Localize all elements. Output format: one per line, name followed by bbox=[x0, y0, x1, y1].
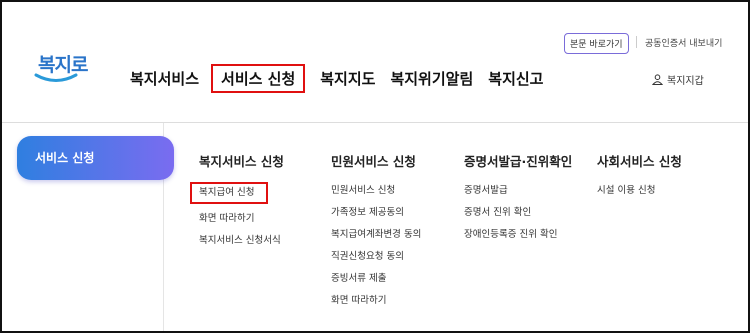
menu-item[interactable]: 화면 따라하기 bbox=[331, 290, 421, 312]
menu-item[interactable]: 복지급여계좌변경 동의 bbox=[331, 224, 421, 246]
menu-col-welfare-apply: 복지서비스 신청 복지급여 신청 화면 따라하기 복지서비스 신청서식 bbox=[190, 151, 284, 252]
menu-item[interactable]: 직권신청요청 동의 bbox=[331, 246, 421, 268]
menu-item[interactable]: 증명서발급 bbox=[464, 180, 572, 202]
nav-crisis-alert[interactable]: 복지위기알림 bbox=[390, 68, 473, 89]
site-logo[interactable]: 복지로 bbox=[30, 50, 90, 98]
main-nav: 복지서비스 서비스 신청 복지지도 복지위기알림 복지신고 bbox=[130, 64, 558, 93]
menu-item-welfare-benefit-apply[interactable]: 복지급여 신청 bbox=[190, 182, 269, 204]
nav-welfare-report[interactable]: 복지신고 bbox=[488, 68, 543, 89]
side-tab-service-apply[interactable]: 서비스 신청 bbox=[17, 136, 174, 180]
utility-divider bbox=[636, 36, 637, 48]
menu-item[interactable]: 복지서비스 신청서식 bbox=[199, 230, 284, 252]
menu-item[interactable]: 민원서비스 신청 bbox=[331, 180, 421, 202]
menu-item[interactable]: 가족정보 제공동의 bbox=[331, 202, 421, 224]
site-header: 복지로 복지서비스 서비스 신청 복지지도 복지위기알림 복지신고 본문 바로가… bbox=[2, 2, 748, 122]
logo-smile-icon bbox=[34, 73, 78, 82]
wallet-label: 복지지갑 bbox=[667, 76, 704, 87]
col-title: 민원서비스 신청 bbox=[331, 154, 416, 169]
menu-col-social-services: 사회서비스 신청 시설 이용 신청 bbox=[597, 151, 682, 202]
cert-export-link[interactable]: 공동인증서 내보내기 bbox=[645, 36, 722, 49]
nav-welfare-services[interactable]: 복지서비스 bbox=[130, 68, 199, 89]
menu-col-civil-apply: 민원서비스 신청 민원서비스 신청 가족정보 제공동의 복지급여계좌변경 동의 … bbox=[331, 151, 421, 312]
user-icon bbox=[652, 74, 663, 85]
col-title: 증명서발급·진위확인 bbox=[464, 154, 573, 169]
menu-col-certificates: 증명서발급·진위확인 증명서발급 증명서 진위 확인 장애인등록증 진위 확인 bbox=[464, 151, 572, 246]
wallet-link[interactable]: 복지지갑 bbox=[652, 72, 704, 87]
nav-service-apply[interactable]: 서비스 신청 bbox=[211, 64, 306, 93]
browser-frame: 복지로 복지서비스 서비스 신청 복지지도 복지위기알림 복지신고 본문 바로가… bbox=[0, 0, 750, 333]
menu-item[interactable]: 증명서 진위 확인 bbox=[464, 202, 572, 224]
menu-item[interactable]: 화면 따라하기 bbox=[199, 208, 284, 230]
menu-item[interactable]: 증빙서류 제출 bbox=[331, 268, 421, 290]
col-title: 복지서비스 신청 bbox=[199, 154, 284, 169]
menu-item[interactable]: 장애인등록증 진위 확인 bbox=[464, 224, 572, 246]
skip-to-content-button[interactable]: 본문 바로가기 bbox=[564, 33, 629, 54]
mega-menu: 서비스 신청 복지서비스 신청 복지급여 신청 화면 따라하기 복지서비스 신청… bbox=[2, 122, 748, 331]
nav-welfare-map[interactable]: 복지지도 bbox=[320, 68, 375, 89]
col-title: 사회서비스 신청 bbox=[597, 154, 682, 169]
menu-item[interactable]: 시설 이용 신청 bbox=[597, 180, 682, 202]
